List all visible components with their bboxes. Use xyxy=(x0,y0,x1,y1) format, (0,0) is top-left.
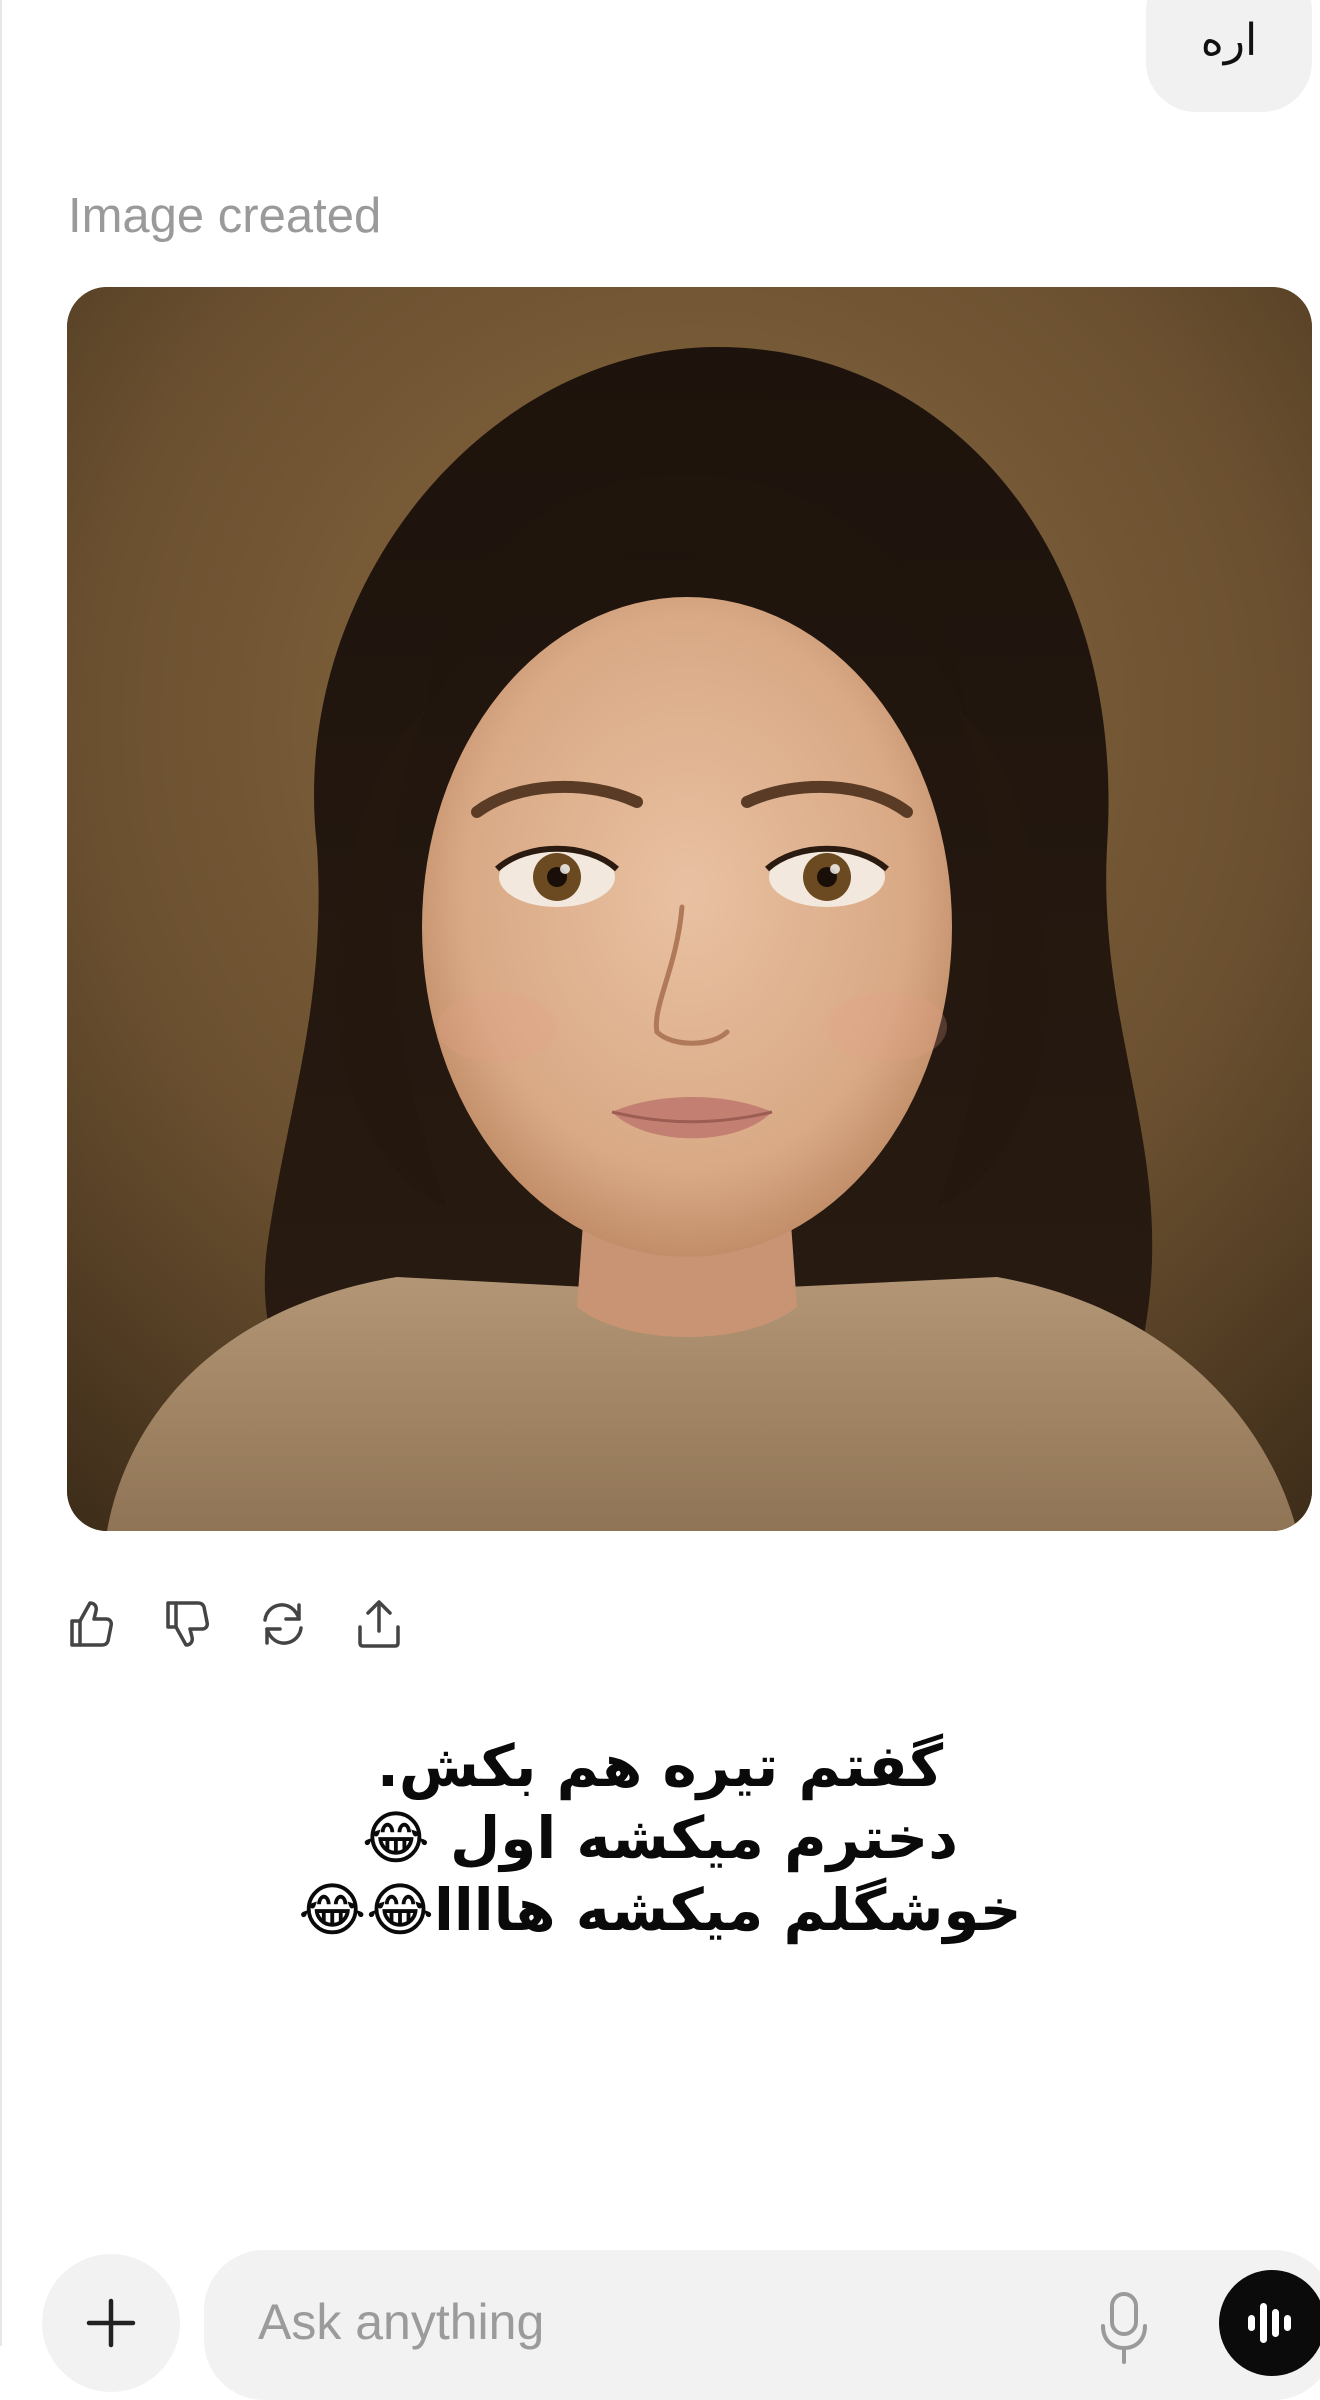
voice-mode-button[interactable] xyxy=(1219,2270,1320,2376)
user-message-bubble: اره xyxy=(1146,0,1312,112)
regenerate-button[interactable] xyxy=(258,1597,308,1651)
window-edge xyxy=(0,0,2,2346)
caption-line: گفتم تیره هم بکش. xyxy=(376,1732,944,1800)
caption-line: خوشگلم میکشه هاااا😂😂 xyxy=(298,1876,1022,1944)
plus-icon xyxy=(86,2298,136,2348)
dictate-button[interactable] xyxy=(1094,2290,1154,2366)
thumbs-up-button[interactable] xyxy=(66,1597,116,1651)
chat-input[interactable] xyxy=(256,2292,780,2352)
thumbs-down-button[interactable] xyxy=(162,1597,212,1651)
thumbs-up-icon xyxy=(70,1601,113,1647)
generated-image[interactable] xyxy=(67,287,1312,1531)
caption-line: دخترم میکشه اول 😂 xyxy=(362,1804,958,1872)
thumbs-down-icon xyxy=(166,1601,209,1647)
share-icon xyxy=(358,1600,400,1648)
composer xyxy=(204,2250,1320,2400)
voice-mode-icon xyxy=(1248,2303,1291,2343)
attach-button[interactable] xyxy=(42,2254,180,2392)
share-button[interactable] xyxy=(354,1597,404,1651)
caption-overlay: گفتم تیره هم بکش. دخترم میکشه اول 😂 خوشگ… xyxy=(240,1730,1080,1946)
microphone-icon xyxy=(1101,2292,1147,2364)
user-message-text: اره xyxy=(1200,15,1258,66)
refresh-icon xyxy=(263,1603,303,1645)
message-actions xyxy=(66,1592,404,1656)
image-created-label: Image created xyxy=(68,189,382,243)
portrait-illustration xyxy=(67,287,1312,1531)
